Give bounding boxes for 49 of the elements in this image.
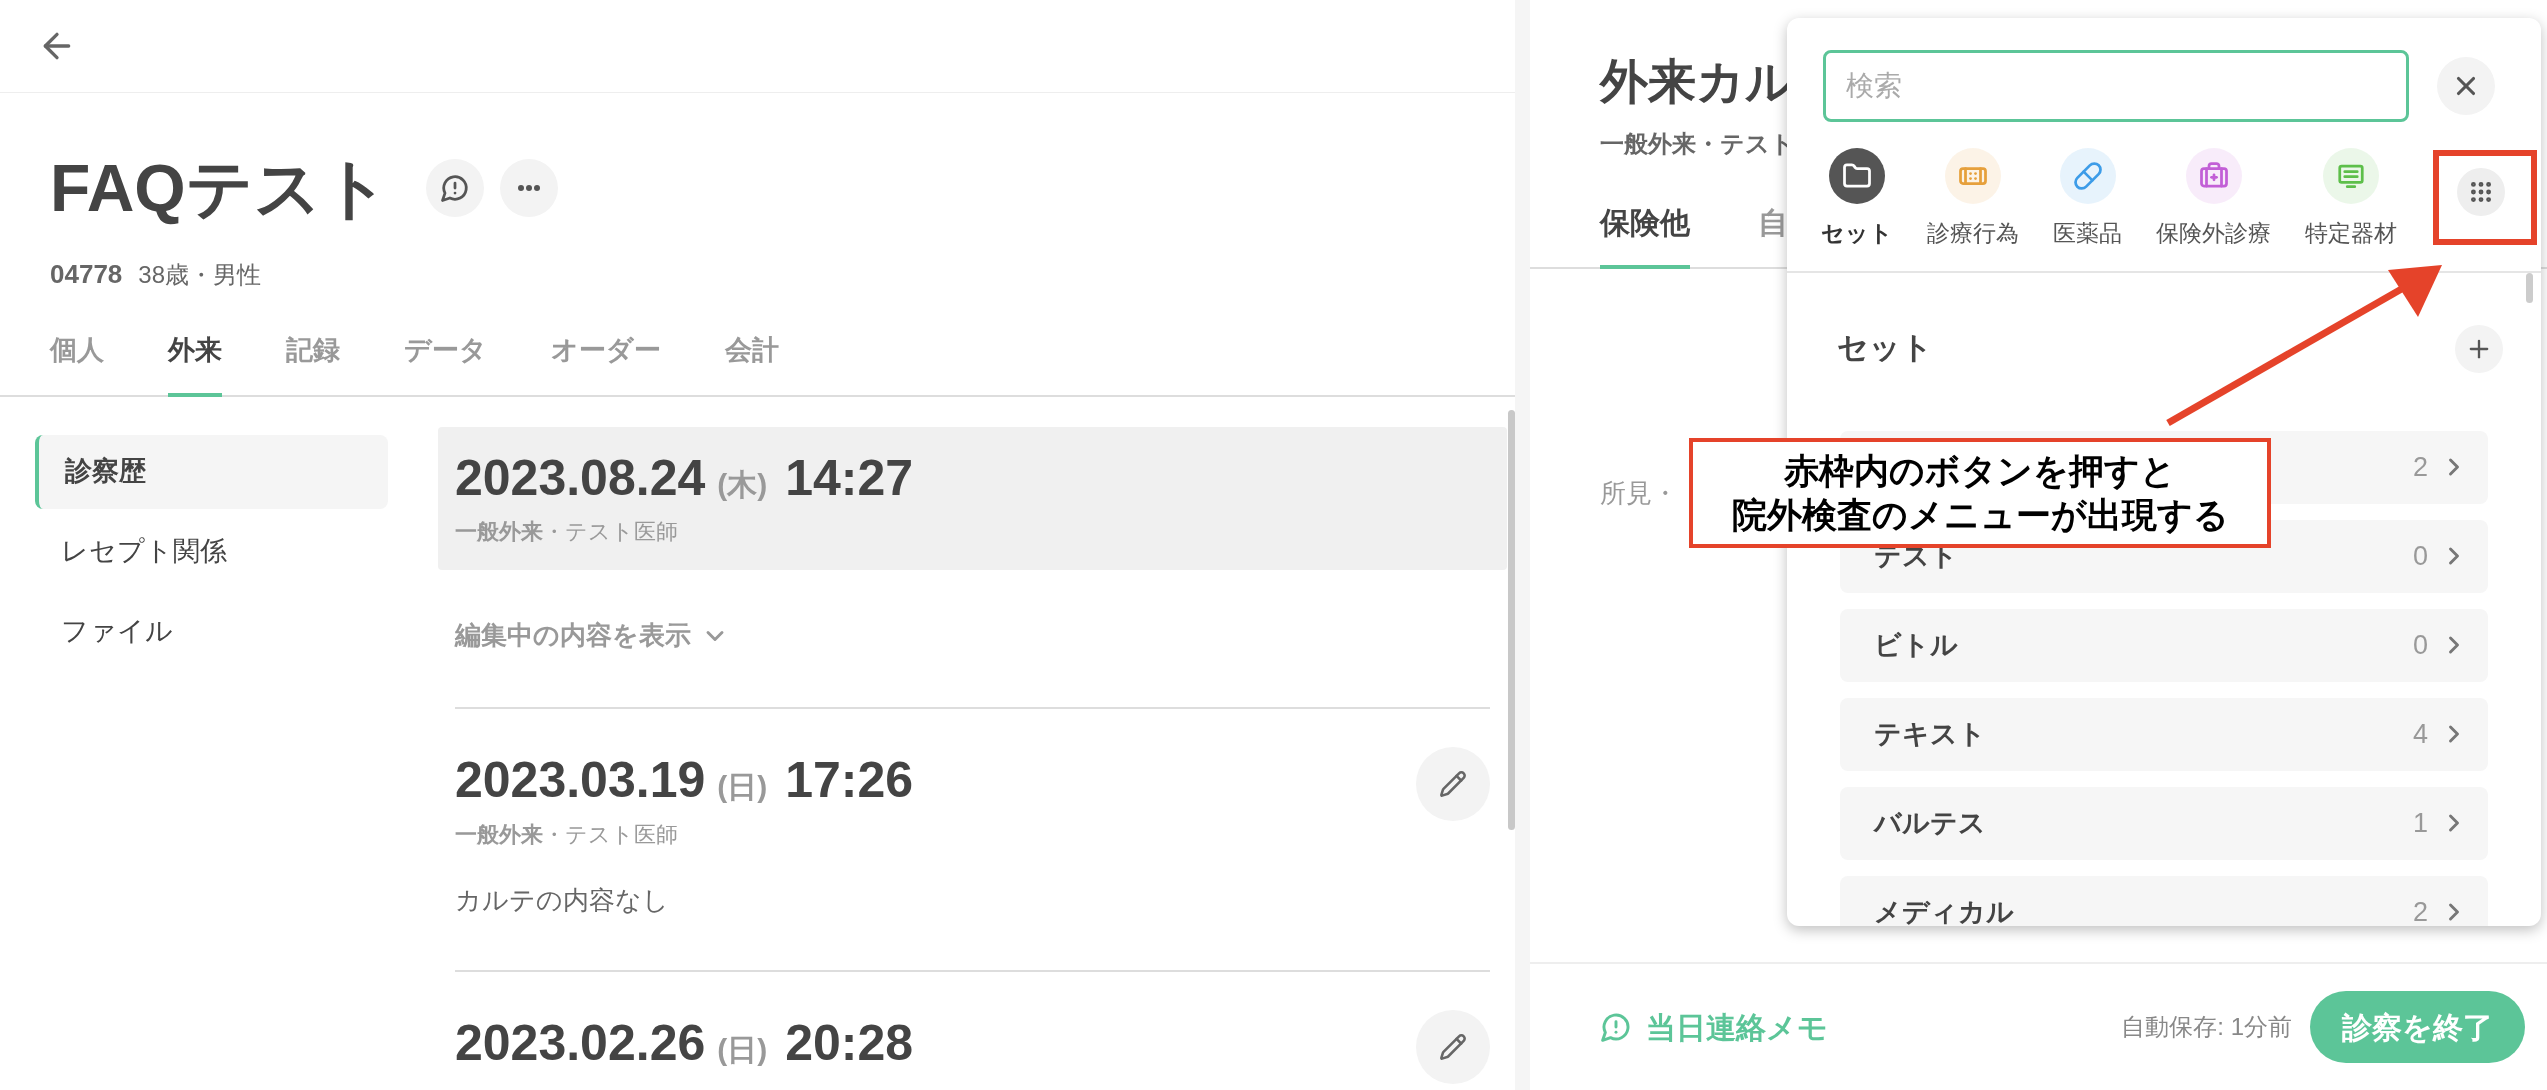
visit-weekday: (日) [717, 769, 768, 805]
visit-weekday: (日) [717, 1031, 768, 1068]
sidebar-item[interactable]: 診察歴 [35, 434, 388, 509]
category-tab[interactable]: 診療行為 [1923, 148, 2023, 251]
visit-date: 2023.08.24 [455, 448, 706, 508]
set-row[interactable]: テキスト 4 [1840, 697, 2488, 771]
category-tab[interactable]: セット [1817, 148, 1897, 251]
set-row[interactable]: ビトル 0 [1840, 608, 2488, 682]
patient-id: 04778 [50, 258, 123, 291]
visit-time: 14:27 [785, 448, 914, 508]
search-field[interactable]: 検索 [1823, 50, 2409, 122]
set-row[interactable]: バルテス 1 [1840, 786, 2488, 860]
visit-doctor: ・テスト医師 [543, 518, 678, 546]
autosave-status: 自動保存: 1分前 [2121, 1012, 2292, 1042]
category-tab[interactable]: 保険外診療 [2152, 148, 2275, 251]
category-tab[interactable]: 医薬品 [2049, 148, 2126, 251]
pencil-icon [1439, 770, 1467, 798]
ellipsis-icon [517, 185, 540, 191]
visit-time: 17:26 [785, 751, 914, 810]
visit-card[interactable]: 2023.03.19 (日) 17:26 一般外来・テスト医師 [438, 709, 1507, 865]
scrollbar[interactable] [1508, 410, 1515, 830]
annotation-text: 赤枠内のボタンを押すと [1784, 450, 2176, 493]
visit-time: 20:28 [785, 1013, 914, 1073]
add-button[interactable] [2455, 324, 2503, 373]
visit-card[interactable]: 2023.08.24 (木) 14:27 一般外来・テスト医師 [438, 426, 1507, 570]
pencil-icon [1439, 1032, 1467, 1061]
alert-icon [439, 173, 470, 203]
visit-date: 2023.02.26 [455, 1013, 706, 1073]
visit-note: カルテの内容なし [455, 883, 670, 917]
set-row[interactable]: メディカル 2 [1840, 875, 2488, 926]
scrollbar[interactable] [2526, 272, 2533, 303]
category-tab[interactable]: 特定器材 [2301, 148, 2401, 251]
tab[interactable]: 外来 [168, 330, 222, 397]
alert-icon [1600, 1011, 1632, 1043]
visit-date: 2023.03.19 [455, 751, 706, 810]
findings-label: 所見・ [1600, 478, 1678, 508]
visit-weekday: (木) [717, 466, 768, 503]
patient-info: 38歳・男性 [138, 260, 261, 290]
sidebar-item[interactable]: ファイル [35, 594, 388, 669]
visit-department: 一般外来 [455, 820, 543, 849]
visit-department: 一般外来 [455, 518, 543, 546]
sidebar-item[interactable]: レセプト関係 [35, 514, 388, 589]
grid-icon [2468, 179, 2494, 205]
chart-subtitle: 一般外来・テスト [1600, 129, 1795, 159]
visit-card[interactable]: 2023.02.26 (日) 20:28 [438, 971, 1507, 1090]
more-categories-button[interactable] [2457, 168, 2505, 216]
section-title: セット [1837, 329, 1933, 368]
chart-tab[interactable]: 保険他 [1600, 200, 1690, 269]
visit-doctor: ・テスト医師 [543, 820, 678, 849]
